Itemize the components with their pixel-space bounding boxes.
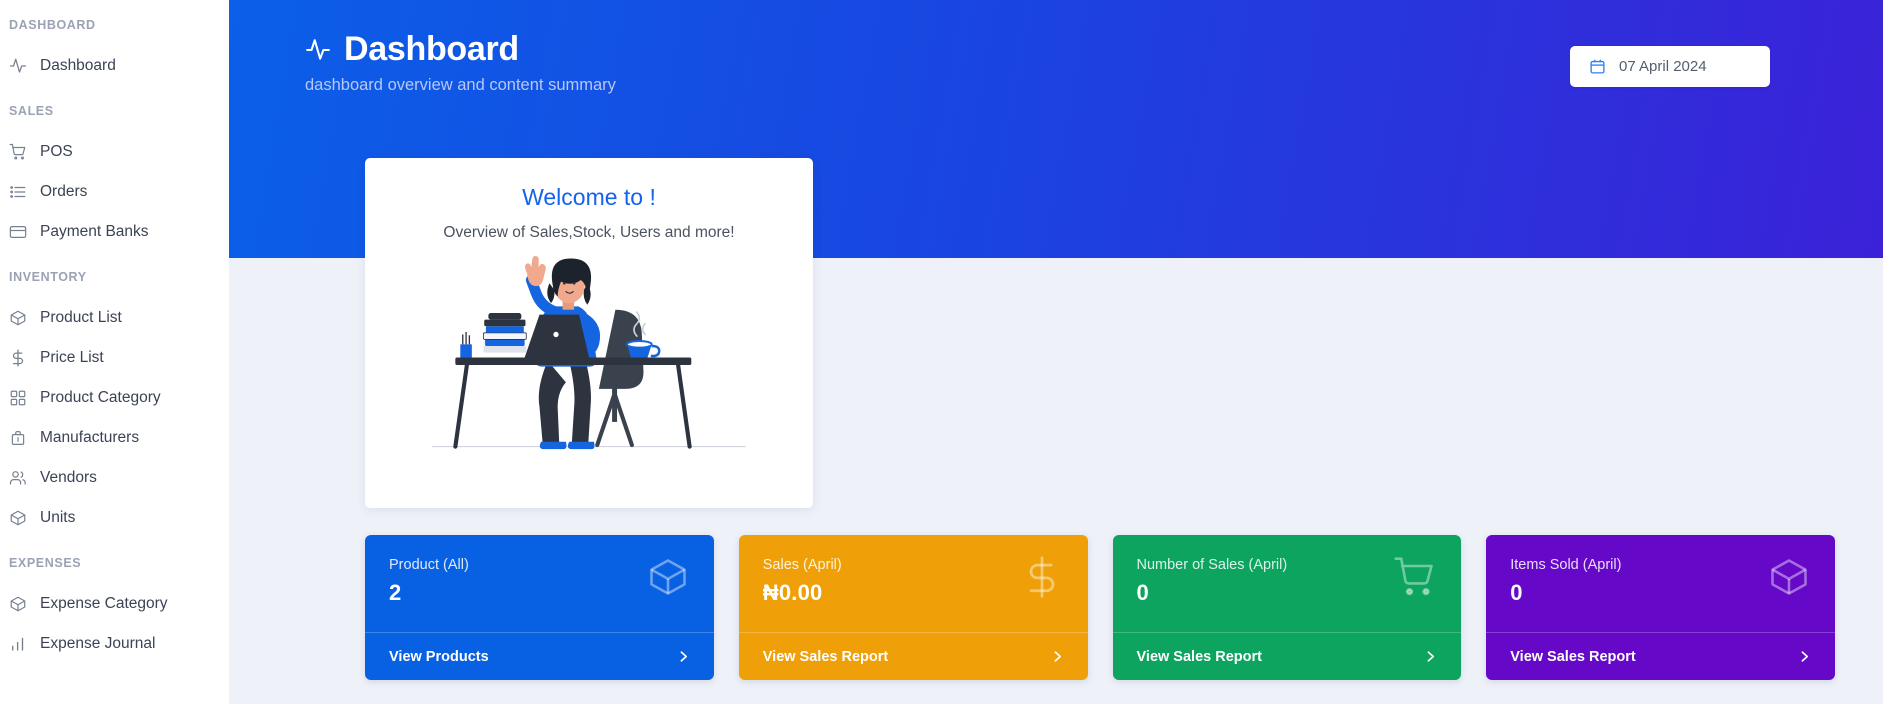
box-icon <box>8 509 27 528</box>
stat-cards-row: Product (All) 2 View Products Sales (Apr… <box>365 535 1835 680</box>
stat-card-body: Number of Sales (April) 0 <box>1113 535 1462 632</box>
sidebar-section-dashboard: DASHBOARD Dashboard <box>0 18 229 86</box>
date-picker-value: 07 April 2024 <box>1619 58 1707 75</box>
box-icon <box>646 555 690 599</box>
sidebar-item-label: Payment Banks <box>40 223 149 240</box>
sidebar-item-units[interactable]: Units <box>0 498 229 538</box>
date-picker[interactable]: 07 April 2024 <box>1570 46 1770 87</box>
stat-card-body: Items Sold (April) 0 <box>1486 535 1835 632</box>
sidebar-section-label: EXPENSES <box>9 556 82 570</box>
sidebar-item-label: POS <box>40 143 73 160</box>
welcome-subtitle: Overview of Sales,Stock, Users and more! <box>443 224 735 241</box>
sidebar-item-label: Expense Category <box>40 595 168 612</box>
stat-card-product-all[interactable]: Product (All) 2 View Products <box>365 535 714 680</box>
stat-card-value: 0 <box>1510 580 1523 605</box>
chevron-right-icon <box>1424 650 1437 663</box>
sidebar-item-manufacturers[interactable]: Manufacturers <box>0 418 229 458</box>
sidebar-item-label: Units <box>40 509 76 526</box>
activity-pulse-icon <box>305 37 331 63</box>
stat-card-footer-link[interactable]: View Products <box>365 632 714 680</box>
stat-card-footer-link[interactable]: View Sales Report <box>1486 632 1835 680</box>
stat-card-sales-april[interactable]: Sales (April) ₦0.00 View Sales Report <box>738 535 1088 680</box>
stat-card-number-of-sales-april[interactable]: Number of Sales (April) 0 View Sales Rep… <box>1112 535 1462 680</box>
calendar-icon <box>1589 58 1606 75</box>
sidebar-item-label: Product Category <box>40 389 161 406</box>
chevron-right-icon <box>1051 650 1064 663</box>
chevron-right-icon <box>677 650 690 663</box>
stat-card-action-label: View Sales Report <box>1510 648 1636 665</box>
chevron-right-icon <box>1798 650 1811 663</box>
bar-chart-icon <box>8 635 27 654</box>
stat-card-action-label: View Products <box>389 648 489 665</box>
app-root: DASHBOARD Dashboard SALES POS Orders Pay… <box>0 0 1883 704</box>
stat-card-value: 2 <box>389 580 402 605</box>
dollar-icon <box>8 349 27 368</box>
stat-card-items-sold-april[interactable]: Items Sold (April) 0 View Sales Report <box>1486 535 1835 680</box>
sidebar-item-orders[interactable]: Orders <box>0 172 229 212</box>
sidebar-item-product-list[interactable]: Product List <box>0 298 229 338</box>
sidebar-item-label: Vendors <box>40 469 97 486</box>
briefcase-icon <box>8 429 27 448</box>
sidebar-section-inventory: INVENTORY Product List Price List Produc… <box>0 270 229 538</box>
list-icon <box>8 183 27 202</box>
sidebar-item-product-category[interactable]: Product Category <box>0 378 229 418</box>
sidebar-item-label: Product List <box>40 309 122 326</box>
activity-pulse-icon <box>8 57 27 76</box>
sidebar-item-label: Orders <box>40 183 88 200</box>
shopping-cart-icon <box>8 143 27 162</box>
main-content: Dashboard dashboard overview and content… <box>229 0 1883 704</box>
welcome-card: Welcome to ! Overview of Sales,Stock, Us… <box>365 158 813 508</box>
sidebar-item-label: Manufacturers <box>40 429 140 446</box>
stat-card-value: ₦0.00 <box>762 580 823 605</box>
credit-card-icon <box>8 223 27 242</box>
stat-card-label: Sales (April) <box>762 557 842 573</box>
box-icon <box>8 595 27 614</box>
sidebar-item-expense-journal[interactable]: Expense Journal <box>0 624 229 664</box>
sidebar-item-label: Dashboard <box>40 57 116 74</box>
box-icon <box>8 309 27 328</box>
stat-card-label: Number of Sales (April) <box>1136 557 1288 573</box>
shopping-cart-icon <box>1393 555 1437 599</box>
sidebar-item-payment-banks[interactable]: Payment Banks <box>0 212 229 252</box>
stat-card-value: 0 <box>1136 580 1149 605</box>
sidebar-section-label: INVENTORY <box>9 270 87 284</box>
sidebar: DASHBOARD Dashboard SALES POS Orders Pay… <box>0 0 229 704</box>
sidebar-item-expense-category[interactable]: Expense Category <box>0 584 229 624</box>
stat-card-action-label: View Sales Report <box>1136 648 1262 665</box>
sidebar-item-label: Expense Journal <box>40 635 156 652</box>
users-icon <box>8 469 27 488</box>
sidebar-item-pos[interactable]: POS <box>0 132 229 172</box>
stat-card-label: Items Sold (April) <box>1510 557 1622 573</box>
stat-card-action-label: View Sales Report <box>762 648 889 665</box>
stat-card-body: Product (All) 2 <box>365 535 714 632</box>
sidebar-section-expenses: EXPENSES Expense Category Expense Journa… <box>0 556 229 664</box>
stat-card-label: Product (All) <box>389 557 469 573</box>
stat-card-footer-link[interactable]: View Sales Report <box>738 632 1088 680</box>
welcome-title: Welcome to ! <box>522 184 656 210</box>
stat-card-body: Sales (April) ₦0.00 <box>739 535 1088 632</box>
dollar-icon <box>1020 555 1064 599</box>
sidebar-section-label: DASHBOARD <box>9 18 96 32</box>
box-icon <box>1767 555 1811 599</box>
sidebar-item-price-list[interactable]: Price List <box>0 338 229 378</box>
grid-icon <box>8 389 27 408</box>
sidebar-item-label: Price List <box>40 349 104 366</box>
stat-card-footer-link[interactable]: View Sales Report <box>1112 632 1462 680</box>
page-title: Dashboard <box>344 30 519 68</box>
sidebar-section-sales: SALES POS Orders Payment Banks <box>0 104 229 252</box>
woman-waving-at-desk-illustration <box>365 250 813 475</box>
sidebar-item-dashboard[interactable]: Dashboard <box>0 46 229 86</box>
sidebar-item-vendors[interactable]: Vendors <box>0 458 229 498</box>
sidebar-section-label: SALES <box>9 104 54 118</box>
